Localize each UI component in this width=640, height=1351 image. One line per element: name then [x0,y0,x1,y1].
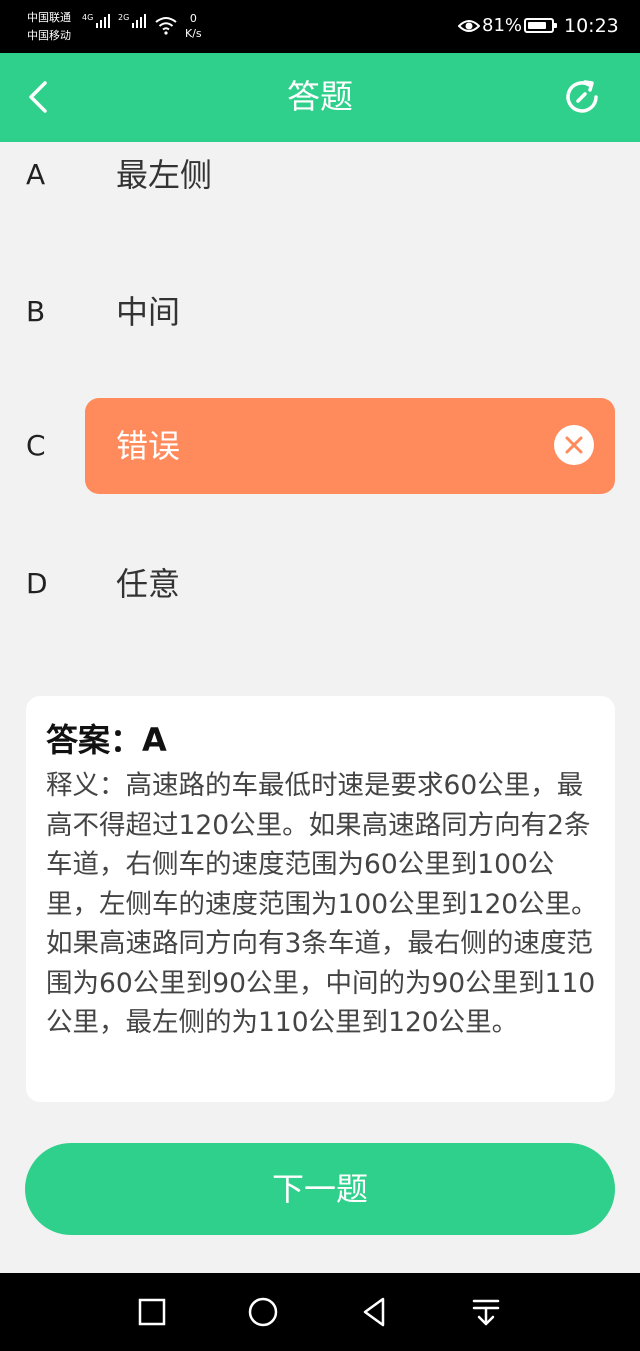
circle-icon[interactable] [241,1290,285,1334]
option-letter: C [26,429,46,462]
option-c[interactable]: C 错误 [0,398,640,494]
option-b[interactable]: B 中间 [0,264,640,360]
refresh-icon [566,80,598,113]
option-letter: B [26,295,46,328]
battery-fill [528,22,546,29]
triangle-back-icon[interactable] [353,1290,397,1334]
wrong-answer-card[interactable]: 错误 [85,398,615,494]
explanation-text: 释义：高速路的车最低时速是要求60公里，最高不得超过120公里。如果高速路同方向… [46,770,598,1038]
network-speed: 0 K/s [185,11,202,41]
next-question-button[interactable]: 下一题 [25,1143,615,1235]
option-letter: D [26,567,48,600]
refresh-button[interactable] [558,73,606,121]
speed-value: 0 [189,12,197,25]
page-title: 答题 [287,77,353,116]
battery-icon [524,18,557,33]
signal-icon-1: 4G [82,13,111,28]
notification-pull-icon[interactable] [464,1290,508,1334]
signal-icon-2: 2G [118,13,147,28]
carrier-2: 中国移动 [27,29,71,42]
option-text: 错误 [116,427,181,465]
option-d[interactable]: D 任意 [0,536,640,632]
system-nav-bar [0,1273,640,1351]
explanation-card: 答案：A 释义：高速路的车最低时速是要求60公里，最高不得超过120公里。如果高… [26,696,615,1102]
carrier-info: 中国联通 中国移动 [27,9,71,45]
status-bar: 中国联通 中国移动 4G 2G 0 K/s 81% 10:23 [0,0,640,53]
option-text: 最左侧 [116,156,213,194]
clock: 10:23 [564,15,619,37]
wrong-icon [554,425,594,465]
eye-comfort-icon [458,20,480,32]
square-icon[interactable] [130,1290,174,1334]
option-text: 中间 [116,293,181,331]
network-type-1: 4G [82,13,94,22]
option-letter: A [26,158,46,191]
correct-answer: 答案：A [46,721,167,759]
option-text: 任意 [116,565,181,603]
carrier-1: 中国联通 [27,11,71,24]
battery-percent: 81% [482,15,523,36]
network-type-2: 2G [118,13,130,22]
wifi-icon [155,17,177,35]
speed-unit: K/s [185,27,202,40]
option-a[interactable]: A 最左侧 [0,127,640,223]
